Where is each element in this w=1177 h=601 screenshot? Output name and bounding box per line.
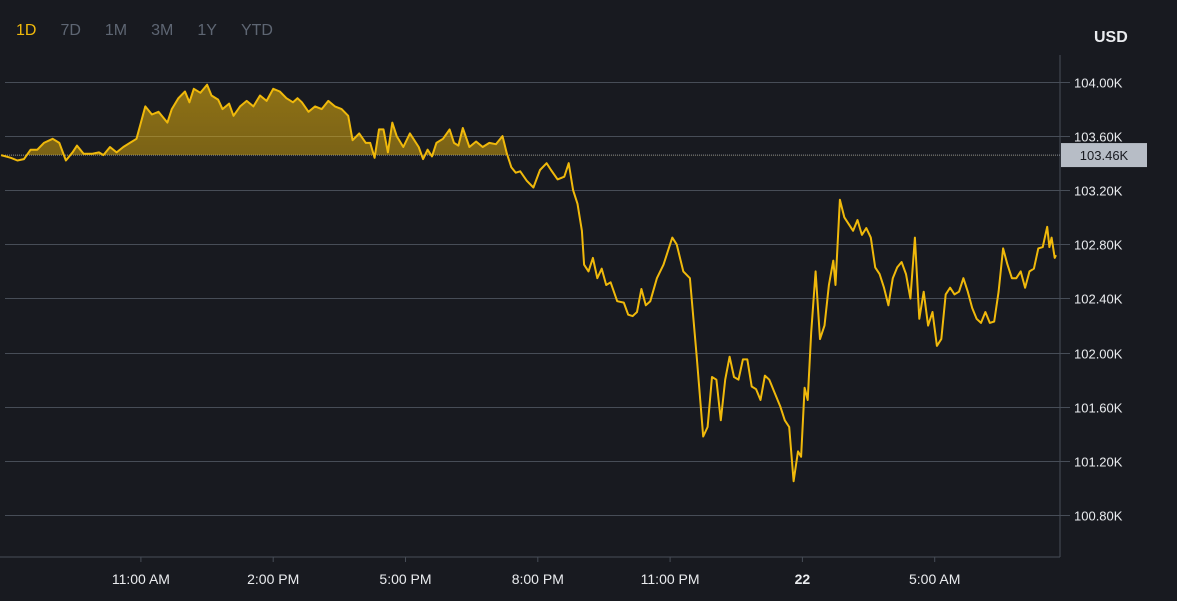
price-tick-label: 104.00K — [1074, 76, 1123, 91]
time-tick-label: 8:00 PM — [512, 571, 564, 587]
time-tick-label: 11:00 PM — [641, 571, 700, 587]
current-price-badge: 103.46K — [1061, 143, 1147, 168]
price-tick-label: 103.60K — [1074, 130, 1123, 145]
price-tick-label: 102.80K — [1074, 238, 1123, 253]
price-tick-label: 102.00K — [1074, 347, 1123, 362]
time-tick-label: 11:00 AM — [112, 571, 170, 587]
price-chart[interactable]: 104.00K 103.60K 103.20K 102.80K 102.40K 102.0… — [0, 0, 1177, 601]
time-tick-label: 22 — [795, 571, 811, 587]
time-tick-label: 5:00 PM — [379, 571, 431, 587]
price-tick-label: 102.40K — [1074, 292, 1123, 307]
time-tick-label: 2:00 PM — [247, 571, 299, 587]
time-tick-label: 5:00 AM — [909, 571, 960, 587]
price-tick-label: 101.20K — [1074, 455, 1123, 470]
price-tick-label: 101.60K — [1074, 401, 1123, 416]
price-tick-labels: 104.00K 103.60K 103.20K 102.80K 102.40K 102.0… — [1074, 76, 1123, 524]
price-tick-label: 103.20K — [1074, 184, 1123, 199]
time-tick-labels: 11:00 AM 2:00 PM 5:00 PM 8:00 PM 11:00 PM 22 5… — [112, 557, 960, 587]
current-price-value: 103.46K — [1080, 148, 1129, 163]
price-tick-label: 100.80K — [1074, 509, 1123, 524]
price-area-fill — [26, 84, 508, 156]
